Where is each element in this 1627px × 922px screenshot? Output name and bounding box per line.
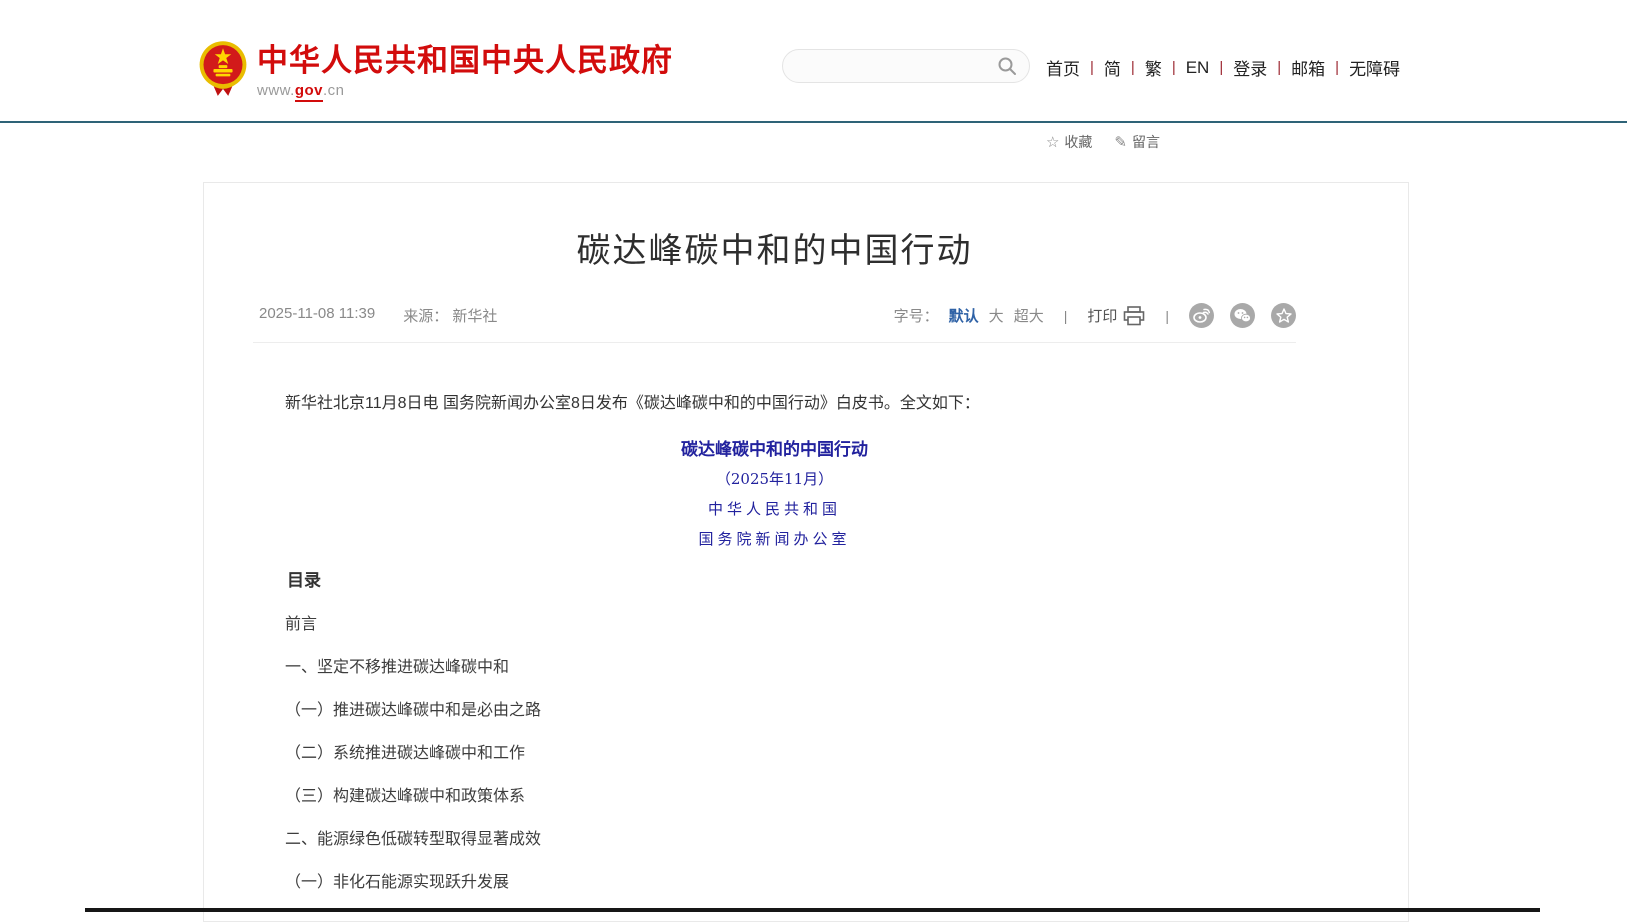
nav-separator: | [1090,59,1094,76]
site-logo[interactable]: 中华人民共和国中央人民政府 www.gov.cn [197,40,673,99]
toc-item-1-2: （二）系统推进碳达峰碳中和工作 [253,744,1296,764]
site-header: 中华人民共和国中央人民政府 www.gov.cn 首页 | 简 | 繁 | EN | 登… [0,0,1627,121]
print-button[interactable]: 打印 [1087,305,1145,326]
article-meta-row: 2025-11-08 11:39 来源： 新华社 字号： 默认 大 超大 | 打… [253,303,1296,343]
comment-button[interactable]: ✎ 留言 [1114,132,1160,152]
comment-label: 留言 [1132,132,1160,152]
page-actions: ☆ 收藏 ✎ 留言 [0,132,1160,152]
toc-item-2: 二、能源绿色低碳转型取得显著成效 [253,830,1296,850]
article-date: 2025-11-08 11:39 [259,305,375,326]
toc-item-1-3: （三）构建碳达峰碳中和政策体系 [253,787,1296,807]
article-lead: 新华社北京11月8日电 国务院新闻办公室8日发布《碳达峰碳中和的中国行动》白皮书… [253,393,1296,415]
nav-traditional[interactable]: 繁 [1145,55,1162,80]
printer-icon [1123,306,1145,326]
doc-org-line2: 国务院新闻办公室 [253,529,1296,549]
favorite-button[interactable]: ☆ 收藏 [1046,132,1092,152]
national-emblem-icon [197,40,249,98]
article-title: 碳达峰碳中和的中国行动 [253,229,1296,273]
doc-title: 碳达峰碳中和的中国行动 [253,439,1296,461]
font-size-large[interactable]: 大 [989,305,1004,326]
weibo-share-icon[interactable] [1189,303,1214,328]
search-input[interactable] [782,49,1030,83]
nav-separator: | [1131,59,1135,76]
meta-separator: | [1165,308,1169,324]
top-nav: 首页 | 简 | 繁 | EN | 登录 | 邮箱 | 无障碍 [1046,55,1400,80]
nav-accessibility[interactable]: 无障碍 [1349,55,1400,80]
article-source: 来源： 新华社 [403,305,497,326]
header-divider [0,121,1627,123]
toc-item-preface: 前言 [253,615,1296,635]
doc-date: （2025年11月） [253,469,1296,489]
article-meta-right: 字号： 默认 大 超大 | 打印 | [894,303,1296,328]
article: 碳达峰碳中和的中国行动 2025-11-08 11:39 来源： 新华社 字号：… [253,229,1296,893]
search-icon[interactable] [997,56,1017,76]
nav-login[interactable]: 登录 [1233,55,1267,80]
site-url: www.gov.cn [257,82,673,99]
toc-item-1: 一、坚定不移推进碳达峰碳中和 [253,658,1296,678]
nav-separator: | [1172,59,1176,76]
nav-separator: | [1219,59,1223,76]
font-size-label: 字号： [894,305,939,326]
nav-mail[interactable]: 邮箱 [1291,55,1325,80]
nav-simplified[interactable]: 简 [1104,55,1121,80]
meta-separator: | [1064,308,1068,324]
toc-item-2-1: （一）非化石能源实现跃升发展 [253,873,1296,893]
nav-home[interactable]: 首页 [1046,55,1080,80]
viewport-bottom-edge [85,908,1540,912]
article-meta-left: 2025-11-08 11:39 来源： 新华社 [253,305,497,326]
wechat-share-icon[interactable] [1230,303,1255,328]
font-size-default[interactable]: 默认 [949,305,979,326]
toc-heading: 目录 [253,570,1296,592]
qzone-star-share-icon[interactable] [1271,303,1296,328]
nav-separator: | [1335,59,1339,76]
pencil-icon: ✎ [1114,133,1127,151]
site-title: 中华人民共和国中央人民政府 [257,44,673,78]
nav-separator: | [1277,59,1281,76]
article-card: 碳达峰碳中和的中国行动 2025-11-08 11:39 来源： 新华社 字号：… [203,182,1409,922]
star-outline-icon: ☆ [1046,133,1059,151]
favorite-label: 收藏 [1064,132,1092,152]
nav-english[interactable]: EN [1186,58,1210,78]
print-label: 打印 [1087,305,1117,326]
toc-item-1-1: （一）推进碳达峰碳中和是必由之路 [253,701,1296,721]
font-size-xlarge[interactable]: 超大 [1014,305,1044,326]
doc-org-line1: 中华人民共和国 [253,499,1296,519]
